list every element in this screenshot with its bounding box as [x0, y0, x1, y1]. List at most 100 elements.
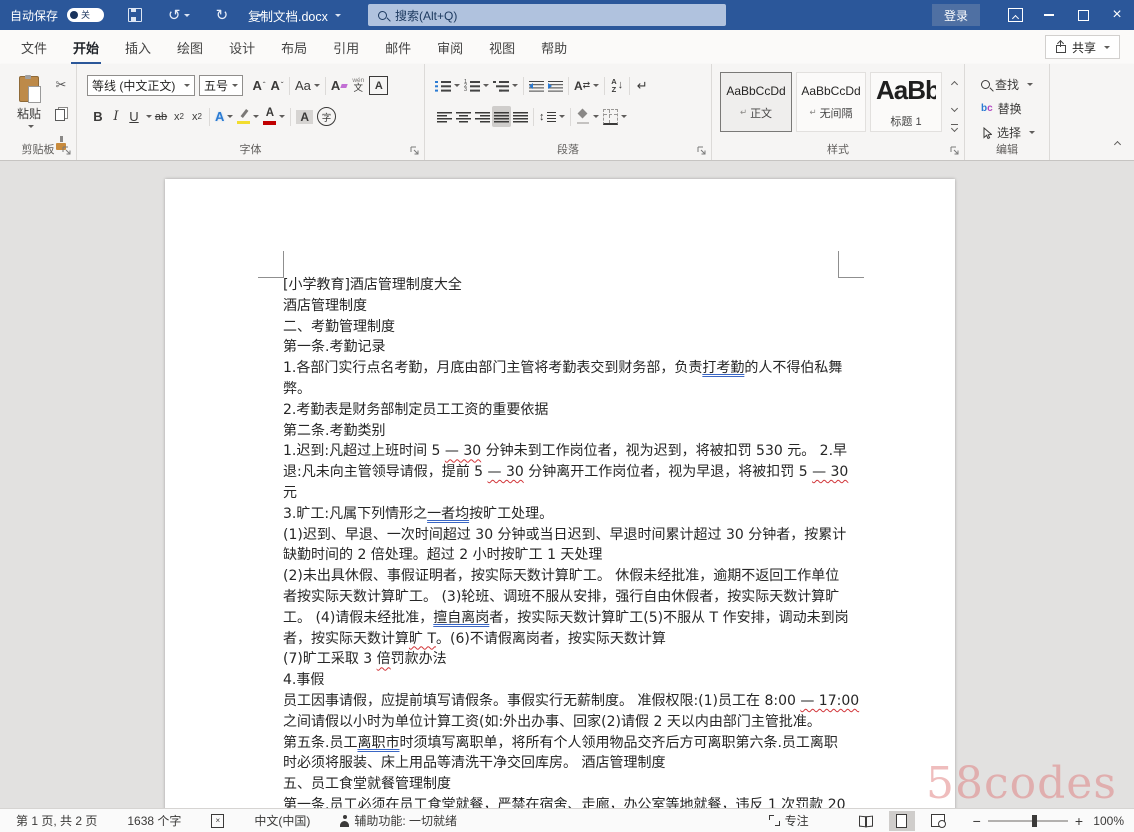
document-line[interactable]: (1)迟到、早退、一次时间超过 30 分钟或当日迟到、早退时间累计超过 30 分… — [283, 525, 845, 546]
document-text[interactable]: [小学教育]酒店管理制度大全酒店管理制度二、考勤管理制度第一条.考勤记录1.各部… — [283, 275, 845, 808]
ribbon-tab-邮件[interactable]: 邮件 — [372, 30, 424, 64]
paragraph-dialog-launcher[interactable] — [697, 146, 707, 156]
save-button[interactable] — [122, 0, 148, 30]
document-page[interactable]: [小学教育]酒店管理制度大全酒店管理制度二、考勤管理制度第一条.考勤记录1.各部… — [165, 179, 955, 808]
ribbon-tab-开始[interactable]: 开始 — [60, 30, 112, 64]
ribbon-tab-布局[interactable]: 布局 — [268, 30, 320, 64]
search-input[interactable]: 搜索(Alt+Q) — [368, 4, 726, 26]
zoom-slider-thumb[interactable] — [1032, 815, 1037, 827]
read-mode-button[interactable] — [853, 811, 879, 831]
styles-dialog-launcher[interactable] — [950, 146, 960, 156]
font-dialog-launcher[interactable] — [410, 146, 420, 156]
document-line[interactable]: 退:凡未向主管领导请假，提前 5 — 30 分钟离开工作岗位者，视为早退，将被扣… — [283, 462, 845, 483]
document-line[interactable]: 酒店管理制度 — [283, 296, 845, 317]
phonetic-guide-button[interactable]: wén文 — [349, 75, 367, 96]
bullets-button[interactable] — [433, 75, 462, 96]
underline-button[interactable]: U — [125, 106, 143, 127]
ribbon-tab-插入[interactable]: 插入 — [112, 30, 164, 64]
copy-button[interactable] — [52, 103, 70, 124]
grow-font-button[interactable]: Aˆ — [250, 75, 268, 96]
proofing-status-button[interactable]: × — [205, 813, 230, 829]
word-count-status[interactable]: 1638 个字 — [121, 811, 187, 830]
collapse-ribbon-button[interactable] — [1113, 133, 1122, 152]
close-button[interactable]: × — [1100, 0, 1134, 30]
document-line[interactable]: 工。 (4)请假未经批准，擅自离岗者，按实际天数计算旷工(5)不服从 T 作安排… — [283, 608, 845, 629]
text-effects-button[interactable]: A — [213, 106, 235, 127]
autosave-toggle[interactable]: 关 — [67, 8, 104, 22]
undo-button[interactable]: ↺ — [162, 0, 196, 30]
strikethrough-button[interactable]: ab — [152, 106, 170, 127]
document-line[interactable]: [小学教育]酒店管理制度大全 — [283, 275, 845, 296]
document-line[interactable]: 1.迟到:凡超过上班时间 5 — 30 分钟未到工作岗位者，视为迟到，将被扣罚 … — [283, 441, 845, 462]
document-line[interactable]: 二、考勤管理制度 — [283, 317, 845, 338]
shrink-font-button[interactable]: Aˇ — [268, 75, 286, 96]
document-line[interactable]: 第一条.员工必须在员工食堂就餐，严禁在宿舍、走廊，办公室等地就餐，违反 1 次罚… — [283, 795, 845, 808]
share-button[interactable]: 共享 — [1045, 35, 1120, 59]
multilevel-list-button[interactable] — [491, 75, 520, 96]
maximize-button[interactable] — [1066, 0, 1100, 30]
italic-button[interactable]: I — [107, 106, 125, 127]
ribbon-tab-帮助[interactable]: 帮助 — [528, 30, 580, 64]
login-button[interactable]: 登录 — [932, 4, 980, 26]
justify-button[interactable] — [492, 106, 511, 127]
document-line[interactable]: 员工因事请假，应提前填写请假条。事假实行无薪制度。 准假权限:(1)员工在 8:… — [283, 691, 845, 712]
numbering-button[interactable] — [462, 75, 491, 96]
focus-mode-button[interactable]: 专注 — [763, 811, 815, 830]
cut-button[interactable]: ✂ — [52, 74, 70, 95]
styles-more-button[interactable] — [950, 123, 959, 132]
document-line[interactable]: 弊。 — [283, 379, 845, 400]
line-spacing-button[interactable]: ↕ — [537, 106, 567, 127]
clipboard-dialog-launcher[interactable] — [62, 146, 72, 156]
minimize-button[interactable] — [1032, 0, 1066, 30]
styles-scroll-down-button[interactable] — [951, 98, 958, 115]
replace-button[interactable]: bc 替换 — [975, 99, 1028, 118]
document-line[interactable]: (2)未出具休假、事假证明者，按实际天数计算旷工。 休假未经批准，逾期不返回工作… — [283, 566, 845, 587]
sort-button[interactable]: AZ↓ — [608, 75, 626, 96]
borders-button[interactable] — [601, 106, 629, 127]
print-layout-button[interactable] — [889, 811, 915, 831]
document-line[interactable]: 元 — [283, 483, 845, 504]
increase-indent-button[interactable] — [546, 75, 565, 96]
align-center-button[interactable] — [454, 106, 473, 127]
font-size-select[interactable]: 五号 — [199, 75, 243, 96]
bold-button[interactable]: B — [89, 106, 107, 127]
enclose-characters-button[interactable]: 字 — [315, 106, 338, 127]
find-button[interactable]: 查找 — [975, 75, 1039, 94]
ribbon-tab-文件[interactable]: 文件 — [8, 30, 60, 64]
accessibility-status[interactable]: 辅助功能: 一切就绪 — [334, 811, 463, 830]
redo-button[interactable]: ↻ — [210, 0, 235, 30]
character-shading-button[interactable]: A — [294, 106, 315, 127]
text-highlight-button[interactable] — [235, 106, 261, 127]
align-left-button[interactable] — [435, 106, 454, 127]
align-right-button[interactable] — [473, 106, 492, 127]
document-line[interactable]: 1.各部门实行点名考勤，月底由部门主管将考勤表交到财务部，负责打考勤的人不得伯私… — [283, 358, 845, 379]
document-line[interactable]: 缺勤时间的 2 倍处理。超过 2 小时按旷工 1 天处理 — [283, 545, 845, 566]
paste-button[interactable]: 粘贴 — [8, 72, 50, 148]
zoom-percentage[interactable]: 100% — [1090, 814, 1124, 828]
styles-scroll-up-button[interactable] — [951, 74, 958, 91]
ribbon-tab-绘图[interactable]: 绘图 — [164, 30, 216, 64]
zoom-out-button[interactable]: − — [973, 814, 981, 828]
distribute-button[interactable] — [511, 106, 530, 127]
ribbon-tab-视图[interactable]: 视图 — [476, 30, 528, 64]
shading-button[interactable] — [574, 106, 601, 127]
document-area[interactable]: [小学教育]酒店管理制度大全酒店管理制度二、考勤管理制度第一条.考勤记录1.各部… — [0, 161, 1134, 808]
document-line[interactable]: 第五条.员工离职市时须填写离职单，将所有个人领用物品交齐后方可离职第六条.员工离… — [283, 733, 845, 754]
ribbon-tab-审阅[interactable]: 审阅 — [424, 30, 476, 64]
superscript-button[interactable]: x2 — [188, 106, 206, 127]
change-case-button[interactable]: Aa — [293, 75, 322, 96]
show-hide-marks-button[interactable]: ↵ — [633, 75, 651, 96]
document-line[interactable]: 3.旷工:凡属下列情形之一者均按旷工处理。 — [283, 504, 845, 525]
font-color-button[interactable]: A — [261, 106, 287, 127]
ribbon-tab-设计[interactable]: 设计 — [216, 30, 268, 64]
document-line[interactable]: 第一条.考勤记录 — [283, 337, 845, 358]
clear-formatting-button[interactable]: A — [329, 75, 349, 96]
style-card-正文[interactable]: AaBbCcDd↵正文 — [720, 72, 792, 132]
zoom-in-button[interactable]: + — [1075, 814, 1083, 828]
font-name-select[interactable]: 等线 (中文正文) — [87, 75, 195, 96]
asian-layout-button[interactable]: A⇄ — [572, 75, 601, 96]
subscript-button[interactable]: x2 — [170, 106, 188, 127]
document-line[interactable]: 者按实际天数计算旷工。 (3)轮班、调班不服从安排，强行自由休假者，按实际天数计… — [283, 587, 845, 608]
document-line[interactable]: 4.事假 — [283, 670, 845, 691]
document-line[interactable]: 五、员工食堂就餐管理制度 — [283, 774, 845, 795]
